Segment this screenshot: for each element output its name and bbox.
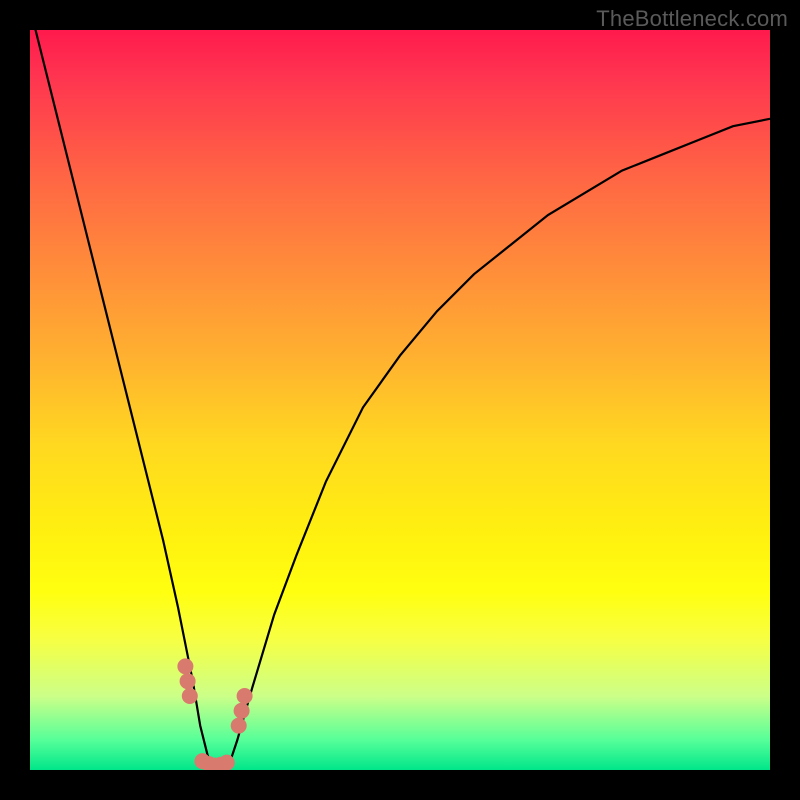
curve-marker [182, 688, 198, 704]
curve-marker [231, 718, 247, 734]
curve-marker [177, 658, 193, 674]
curve-overlay [30, 30, 770, 770]
curve-marker [234, 703, 250, 719]
curve-marker [219, 755, 235, 770]
bottleneck-curve [30, 30, 770, 770]
curve-marker [237, 688, 253, 704]
curve-markers [177, 658, 252, 770]
curve-marker [180, 673, 196, 689]
watermark-label: TheBottleneck.com [596, 6, 788, 32]
